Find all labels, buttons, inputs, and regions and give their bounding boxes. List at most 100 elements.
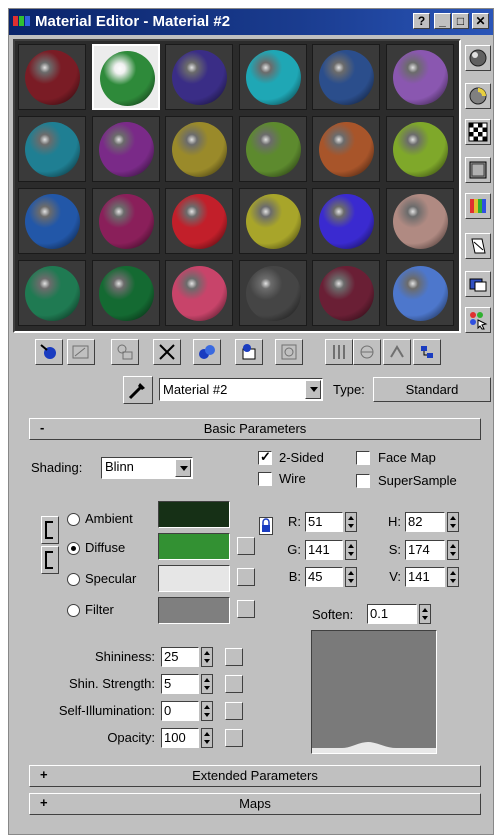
sample-slot[interactable]	[238, 116, 307, 182]
help-button[interactable]: ?	[413, 13, 430, 29]
shin-strength-spinner[interactable]	[201, 674, 213, 694]
shading-dropdown[interactable]: Blinn	[101, 457, 193, 479]
select-by-material-icon[interactable]	[465, 307, 491, 333]
sample-slot[interactable]	[18, 188, 86, 254]
sample-slot[interactable]	[18, 260, 86, 326]
diffuse-map-button[interactable]	[237, 537, 255, 555]
filter-map-button[interactable]	[237, 600, 255, 618]
sample-slot[interactable]	[18, 116, 86, 182]
sample-slot[interactable]	[312, 44, 380, 110]
ambient-radio[interactable]	[67, 513, 80, 526]
h-input[interactable]: 82	[405, 512, 445, 532]
self-illumination-map-button[interactable]	[225, 702, 243, 720]
extended-parameters-rollout[interactable]: + Extended Parameters	[29, 765, 481, 787]
g-spinner[interactable]	[345, 540, 357, 560]
sample-slot[interactable]	[238, 188, 307, 254]
specular-map-button[interactable]	[237, 568, 255, 586]
material-name-field[interactable]: Material #2	[159, 378, 323, 401]
lock-ambient-diffuse-icon[interactable]	[41, 516, 59, 544]
specular-color-swatch[interactable]	[158, 565, 230, 592]
show-map-in-viewport-icon[interactable]	[325, 339, 353, 365]
options-icon[interactable]	[465, 271, 491, 297]
put-to-scene-icon[interactable]	[67, 339, 95, 365]
s-input[interactable]: 174	[405, 540, 445, 560]
go-to-parent-icon[interactable]	[383, 339, 411, 365]
shin-strength-map-button[interactable]	[225, 675, 243, 693]
supersample-checkbox[interactable]	[356, 474, 370, 488]
sample-slot[interactable]	[18, 44, 86, 110]
opacity-spinner[interactable]	[201, 728, 213, 748]
sample-slot[interactable]	[91, 44, 160, 110]
maximize-button[interactable]: □	[452, 13, 469, 29]
sample-slot[interactable]	[165, 260, 233, 326]
shininess-input[interactable]: 25	[161, 647, 199, 667]
sample-type-icon[interactable]	[465, 45, 491, 71]
r-spinner[interactable]	[345, 512, 357, 532]
put-to-library-icon[interactable]	[235, 339, 263, 365]
maps-rollout[interactable]: + Maps	[29, 793, 481, 815]
self-illumination-spinner[interactable]	[201, 701, 213, 721]
filter-color-swatch[interactable]	[158, 597, 230, 624]
sample-slot[interactable]	[385, 188, 454, 254]
shin-strength-input[interactable]: 5	[161, 674, 199, 694]
g-input[interactable]: 141	[305, 540, 343, 560]
reset-map-icon[interactable]	[153, 339, 181, 365]
face-map-checkbox[interactable]	[356, 451, 370, 465]
sample-slot[interactable]	[385, 116, 454, 182]
b-spinner[interactable]	[345, 567, 357, 587]
opacity-input[interactable]: 100	[161, 728, 199, 748]
v-input[interactable]: 141	[405, 567, 445, 587]
get-material-icon[interactable]	[35, 339, 63, 365]
v-spinner[interactable]	[447, 567, 459, 587]
soften-spinner[interactable]	[419, 604, 431, 624]
sample-slot[interactable]	[165, 116, 233, 182]
sample-slot[interactable]	[238, 260, 307, 326]
filter-radio[interactable]	[67, 604, 80, 617]
opacity-map-button[interactable]	[225, 729, 243, 747]
minimize-button[interactable]: _	[434, 13, 451, 29]
basic-parameters-rollout[interactable]: - Basic Parameters	[29, 418, 481, 440]
shininess-spinner[interactable]	[201, 647, 213, 667]
chevron-down-icon[interactable]	[175, 459, 191, 477]
pick-material-from-object-icon[interactable]	[123, 376, 153, 404]
sample-slot[interactable]	[312, 188, 380, 254]
close-button[interactable]: ✕	[472, 13, 489, 29]
material-effects-channel-icon[interactable]	[275, 339, 303, 365]
sample-uv-tiling-icon[interactable]	[465, 157, 491, 183]
sample-slot[interactable]	[165, 44, 233, 110]
background-icon[interactable]	[465, 119, 491, 145]
diffuse-color-swatch[interactable]	[158, 533, 230, 560]
title-bar[interactable]: Material Editor - Material #2 ? _ □ ✕	[9, 9, 493, 35]
ambient-color-swatch[interactable]	[158, 501, 230, 528]
assign-to-selection-icon[interactable]	[111, 339, 139, 365]
sample-slot[interactable]	[91, 188, 160, 254]
make-preview-icon[interactable]	[465, 233, 491, 259]
sample-slot[interactable]	[91, 260, 160, 326]
sample-slot[interactable]	[238, 44, 307, 110]
sample-slot[interactable]	[165, 188, 233, 254]
make-unique-icon[interactable]	[193, 339, 221, 365]
material-type-button[interactable]: Standard	[373, 377, 491, 402]
video-color-check-icon[interactable]	[465, 193, 491, 219]
show-end-result-icon[interactable]	[353, 339, 381, 365]
h-spinner[interactable]	[447, 512, 459, 532]
sample-slot[interactable]	[91, 116, 160, 182]
two-sided-checkbox[interactable]	[258, 449, 272, 465]
chevron-down-icon[interactable]	[305, 380, 321, 399]
sample-slot[interactable]	[385, 44, 454, 110]
b-input[interactable]: 45	[305, 567, 343, 587]
s-spinner[interactable]	[447, 540, 459, 560]
backlight-icon[interactable]	[465, 83, 491, 109]
sample-slot[interactable]	[312, 260, 380, 326]
wire-checkbox[interactable]	[258, 472, 272, 486]
go-forward-to-sibling-icon[interactable]	[413, 339, 441, 365]
lock-diffuse-specular-icon[interactable]	[41, 546, 59, 574]
soften-input[interactable]: 0.1	[367, 604, 417, 624]
specular-radio[interactable]	[67, 573, 80, 586]
sample-slot[interactable]	[385, 260, 454, 326]
diffuse-radio[interactable]	[67, 542, 80, 555]
lock-icon[interactable]	[259, 517, 273, 535]
sample-slot[interactable]	[312, 116, 380, 182]
shininess-map-button[interactable]	[225, 648, 243, 666]
self-illumination-input[interactable]: 0	[161, 701, 199, 721]
